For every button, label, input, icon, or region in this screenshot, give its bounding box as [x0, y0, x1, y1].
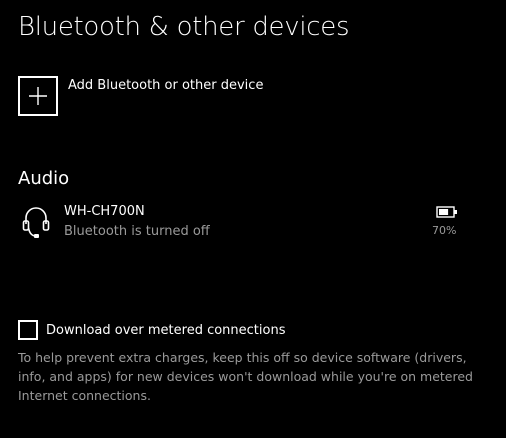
metered-label: Download over metered connections	[46, 322, 286, 338]
headset-icon	[22, 207, 50, 238]
metered-checkbox[interactable]	[18, 320, 38, 340]
battery-icon	[436, 206, 457, 218]
page-title: Bluetooth & other devices	[18, 12, 350, 42]
device-status: Bluetooth is turned off	[64, 224, 210, 239]
plus-icon	[29, 87, 47, 105]
add-device-button[interactable]: Add Bluetooth or other device	[18, 76, 263, 116]
metered-connections-toggle[interactable]: Download over metered connections	[18, 320, 285, 340]
device-item-wh-ch700n[interactable]: WH-CH700N Bluetooth is turned off 70%	[18, 202, 468, 244]
metered-help-text: To help prevent extra charges, keep this…	[18, 350, 473, 403]
battery-level: 70%	[432, 224, 457, 237]
add-device-tile[interactable]	[18, 76, 58, 116]
audio-section-title: Audio	[18, 168, 70, 189]
settings-page: Bluetooth & other devices Add Bluetooth …	[0, 0, 506, 438]
battery-fill	[439, 209, 449, 215]
add-device-label: Add Bluetooth or other device	[68, 78, 264, 93]
device-name: WH-CH700N	[64, 204, 145, 219]
